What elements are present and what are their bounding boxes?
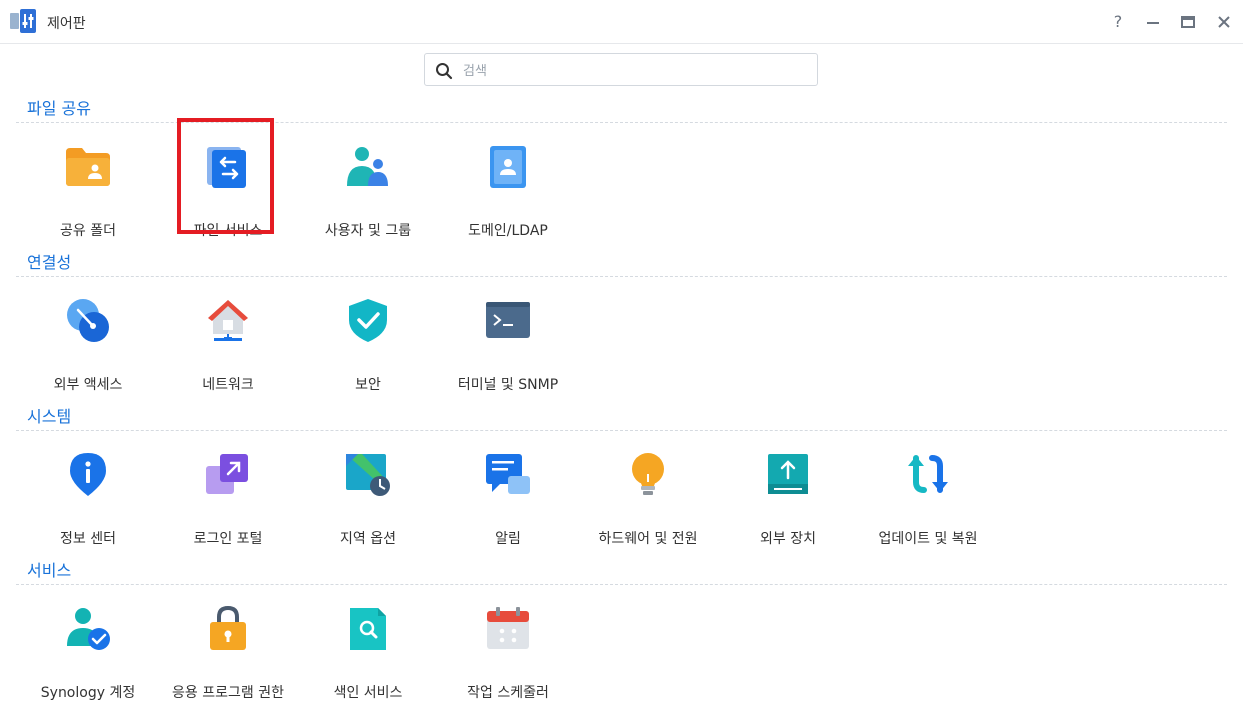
refresh-icon	[908, 455, 948, 493]
users-groups-icon	[347, 147, 388, 186]
maximize-button[interactable]	[1178, 12, 1198, 32]
item-external-access[interactable]: 외부 액세스	[26, 294, 150, 404]
close-icon	[1218, 16, 1230, 28]
help-button[interactable]: ?	[1108, 12, 1128, 32]
network-icon	[208, 300, 248, 341]
search-box[interactable]	[424, 53, 818, 86]
minimize-icon	[1147, 22, 1159, 24]
item-synology-account[interactable]: Synology 계정	[26, 602, 150, 712]
notification-icon	[486, 454, 530, 494]
item-label: 도메인/LDAP	[468, 223, 548, 239]
control-panel-app-icon	[10, 9, 36, 33]
item-shared-folder[interactable]: 공유 폴더	[26, 140, 150, 250]
info-center-icon	[70, 453, 106, 496]
category-title-system: 시스템	[27, 407, 72, 426]
shared-folder-icon	[66, 148, 110, 186]
item-domain-ldap[interactable]: 도메인/LDAP	[446, 140, 570, 250]
external-devices-icon	[768, 454, 808, 494]
item-indexing-service[interactable]: 색인 서비스	[306, 602, 430, 712]
search-input[interactable]	[461, 58, 805, 84]
category-divider	[16, 430, 1227, 431]
close-button[interactable]	[1214, 12, 1234, 32]
item-update-restore[interactable]: 업데이트 및 복원	[866, 448, 990, 558]
item-task-scheduler[interactable]: 작업 스케줄러	[446, 602, 570, 712]
category-title-connectivity: 연결성	[27, 253, 72, 272]
search-icon	[436, 63, 453, 80]
item-app-privileges[interactable]: 응용 프로그램 권한	[166, 602, 290, 712]
category-title-file-sharing: 파일 공유	[27, 99, 91, 118]
highlight-box	[177, 118, 274, 234]
item-notification[interactable]: 알림	[446, 448, 570, 558]
window-title: 제어판	[47, 16, 86, 32]
external-access-icon	[67, 299, 109, 342]
title-bar: 제어판 ?	[0, 0, 1243, 44]
item-external-devices[interactable]: 외부 장치	[726, 448, 850, 558]
category-divider	[16, 584, 1227, 585]
item-label: 작업 스케줄러	[467, 685, 549, 701]
lock-icon	[210, 606, 246, 650]
indexing-service-icon	[350, 608, 386, 650]
item-regional-options[interactable]: 지역 옵션	[306, 448, 430, 558]
item-terminal-snmp[interactable]: 터미널 및 SNMP	[446, 294, 570, 404]
item-info-center[interactable]: 정보 센터	[26, 448, 150, 558]
login-portal-icon	[206, 454, 248, 494]
item-label: 업데이트 및 복원	[878, 531, 978, 547]
light-bulb-icon	[632, 453, 664, 495]
item-security[interactable]: 보안	[306, 294, 430, 404]
calendar-icon	[487, 607, 529, 649]
item-login-portal[interactable]: 로그인 포털	[166, 448, 290, 558]
regional-options-icon	[346, 454, 390, 496]
item-network[interactable]: 네트워크	[166, 294, 290, 404]
terminal-icon	[486, 302, 530, 338]
item-hardware-power[interactable]: 하드웨어 및 전원	[586, 448, 710, 558]
domain-ldap-icon	[490, 146, 526, 188]
shield-icon	[349, 299, 387, 342]
maximize-icon	[1181, 16, 1195, 28]
minimize-button[interactable]	[1143, 12, 1163, 32]
category-title-services: 서비스	[27, 561, 72, 580]
synology-account-icon	[67, 608, 110, 650]
item-users-groups[interactable]: 사용자 및 그룹	[306, 140, 430, 250]
category-divider	[16, 276, 1227, 277]
item-label: 터미널 및 SNMP	[457, 377, 559, 393]
